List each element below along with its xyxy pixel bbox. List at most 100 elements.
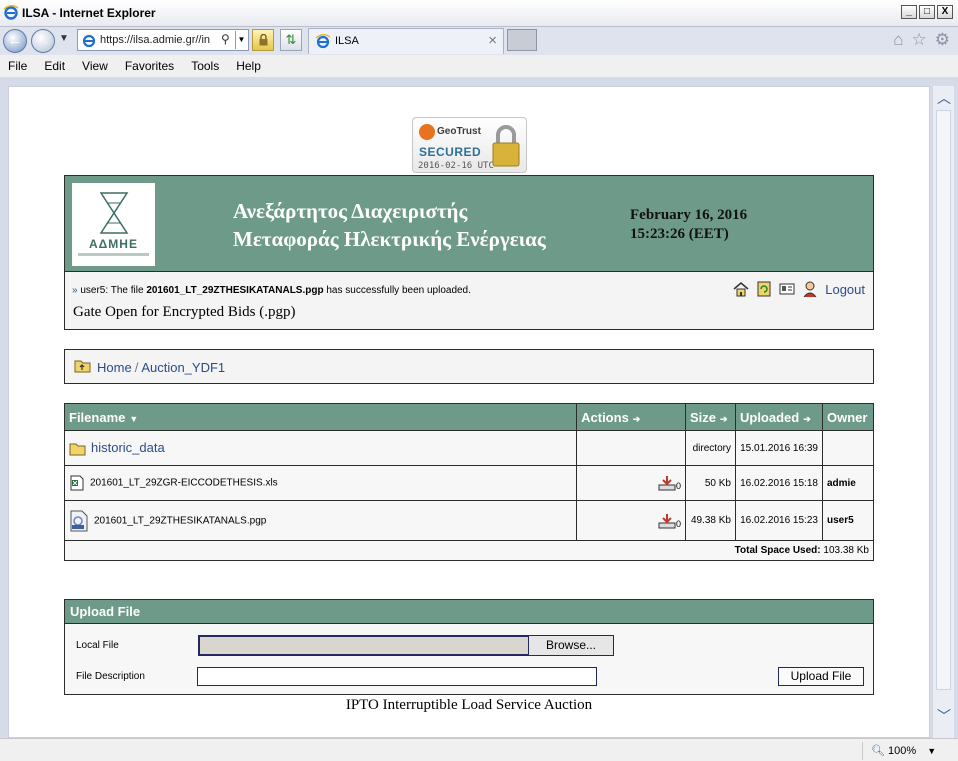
back-arrow-icon: ← (7, 32, 23, 49)
refresh-icon: ⇅ (285, 32, 297, 47)
tab-close-icon[interactable]: × (488, 32, 497, 49)
filename-cell[interactable]: 201601_LT_29ZTHESIKATANALS.pgp (63, 500, 578, 541)
id-card-icon[interactable] (779, 281, 795, 297)
menu-view[interactable]: View (78, 55, 112, 77)
status-bar: 🔍︎ 100% ▼ (0, 738, 958, 761)
history-dropdown-icon[interactable]: ▼ (59, 33, 69, 44)
uploaded-cell: 15.01.2016 16:39 (734, 430, 823, 466)
upload-file-button[interactable]: Upload File (778, 667, 864, 686)
menu-help[interactable]: Help (232, 55, 265, 77)
forward-button[interactable]: → (31, 29, 55, 53)
header-date: February 16, 2016 (630, 207, 748, 223)
new-tab-button[interactable] (507, 29, 537, 51)
address-bar[interactable]: https://ilsa.admie.gr//in ⚲ ▼ (77, 29, 249, 51)
breadcrumb-home[interactable]: Home (97, 360, 132, 375)
upload-panel: Upload File Local File Browse... File De… (64, 599, 874, 695)
user-logout-icon[interactable] (802, 281, 818, 297)
file-description-input[interactable] (197, 667, 597, 686)
folder-link[interactable]: historic_data (91, 440, 165, 455)
address-dropdown-icon[interactable]: ▼ (235, 31, 247, 49)
file-description-label: File Description (76, 671, 145, 682)
favorites-star-icon[interactable]: ☆ (912, 30, 927, 50)
download-icon[interactable] (658, 513, 676, 529)
download-icon[interactable] (658, 475, 676, 491)
header-title-line1: Ανεξάρτητος Διαχειριστής (233, 199, 468, 223)
header-title-line2: Μεταφοράς Ηλεκτρικής Ενέργειας (233, 227, 546, 251)
site-header: ΑΔΜΗΕ Ανεξάρτητος Διαχειριστής Μεταφοράς… (64, 175, 874, 272)
home-icon[interactable]: ⌂ (893, 30, 903, 50)
security-lock-button[interactable] (252, 29, 274, 51)
scroll-thumb[interactable] (936, 110, 951, 690)
size-cell: directory (685, 430, 736, 466)
total-space-cell: Total Space Used: 103.38 Kb (64, 540, 874, 561)
padlock-icon (492, 125, 520, 167)
local-file-input[interactable] (198, 635, 530, 656)
actions-cell: 0 (576, 465, 686, 501)
total-space-value: 103.38 Kb (823, 545, 869, 556)
breadcrumb: Home / Auction_YDF1 (64, 349, 874, 384)
menu-favorites[interactable]: Favorites (121, 55, 178, 77)
logout-link[interactable]: Logout (825, 282, 865, 297)
owner-cell: user5 (821, 500, 875, 541)
refresh-page-icon[interactable] (756, 281, 772, 297)
browse-button[interactable]: Browse... (528, 635, 614, 656)
gate-status: Gate Open for Encrypted Bids (.pgp) (73, 304, 296, 320)
upload-panel-title: Upload File (65, 600, 873, 624)
maximize-button[interactable]: □ (919, 5, 935, 19)
table-row[interactable]: historic_data directory 15.01.2016 16:39 (63, 430, 875, 466)
minimize-button[interactable]: _ (901, 5, 917, 19)
menu-edit[interactable]: Edit (40, 55, 69, 77)
scroll-down-icon[interactable]: ﹀ (933, 706, 955, 726)
filename-cell[interactable]: historic_data (63, 430, 578, 466)
browser-tab[interactable]: ILSA × (308, 28, 504, 54)
folder-icon (69, 443, 86, 456)
address-url[interactable]: https://ilsa.admie.gr//in (100, 34, 210, 46)
filename-cell[interactable]: 201601_LT_29ZGR-EICCODETHESIS.xls (63, 465, 578, 501)
vertical-scrollbar[interactable]: ︿ ﹀ (932, 86, 954, 738)
actions-cell: 0 (576, 500, 686, 541)
home-icon[interactable] (733, 281, 749, 297)
header-owner-label: Owner (826, 409, 868, 425)
page-footer: IPTO Interruptible Load Service Auction (345, 697, 593, 713)
geotrust-badge[interactable]: GeoTrust SECURED 2016-02-16 UTC (412, 117, 527, 173)
menu-bar: File Edit View Favorites Tools Help (0, 55, 958, 77)
breadcrumb-separator: / (134, 360, 139, 375)
file-link[interactable]: 201601_LT_29ZGR-EICCODETHESIS.xls (90, 478, 278, 489)
actions-cell (576, 430, 686, 466)
table-row[interactable]: 201601_LT_29ZTHESIKATANALS.pgp 0 49.38 K… (63, 500, 875, 541)
scroll-up-icon[interactable]: ︿ (933, 88, 955, 108)
gear-icon[interactable]: ⚙ (935, 30, 950, 50)
column-header-filename[interactable]: Filename ▼ (63, 403, 578, 431)
sort-arrow-icon: ➔ (632, 413, 641, 424)
badge-date: 2016-02-16 UTC (418, 161, 494, 171)
browser-navbar: ← → ▼ https://ilsa.admie.gr//in ⚲ ▼ ⇅ IL… (0, 27, 958, 55)
owner-cell (821, 430, 875, 466)
table-total-row: Total Space Used: 103.38 Kb (64, 540, 874, 561)
table-row[interactable]: 201601_LT_29ZGR-EICCODETHESIS.xls 0 50 K… (63, 465, 875, 501)
folder-up-icon[interactable] (74, 359, 91, 373)
file-link[interactable]: 201601_LT_29ZTHESIKATANALS.pgp (94, 515, 266, 526)
geotrust-brand: GeoTrust (437, 126, 481, 137)
message-prefix: » (72, 285, 78, 296)
download-count: 0 (675, 481, 681, 491)
secured-label: SECURED (419, 145, 482, 159)
menu-tools[interactable]: Tools (187, 55, 223, 77)
breadcrumb-current[interactable]: Auction_YDF1 (141, 360, 225, 375)
message-filename: 201601_LT_29ZTHESIKATANALS.pgp (146, 285, 324, 296)
column-header-uploaded[interactable]: Uploaded ➔ (734, 403, 823, 431)
zoom-control[interactable]: 🔍︎ 100% ▼ (862, 742, 940, 760)
back-button[interactable]: ← (3, 29, 27, 53)
refresh-button[interactable]: ⇅ (280, 29, 302, 51)
column-header-owner[interactable]: Owner (821, 403, 875, 431)
close-button[interactable]: X (937, 5, 953, 19)
column-header-actions[interactable]: Actions ➔ (576, 403, 686, 431)
header-time: 15:23:26 (EET) (630, 226, 729, 242)
internet-explorer-icon (82, 34, 96, 48)
sort-arrow-icon: ➔ (803, 413, 811, 424)
geotrust-logo-icon (419, 124, 435, 140)
column-header-size[interactable]: Size ➔ (685, 403, 736, 431)
search-icon[interactable]: ⚲ (221, 32, 230, 46)
header-size-label: Size (690, 409, 717, 425)
logo-subline (78, 253, 149, 256)
menu-file[interactable]: File (4, 55, 31, 77)
